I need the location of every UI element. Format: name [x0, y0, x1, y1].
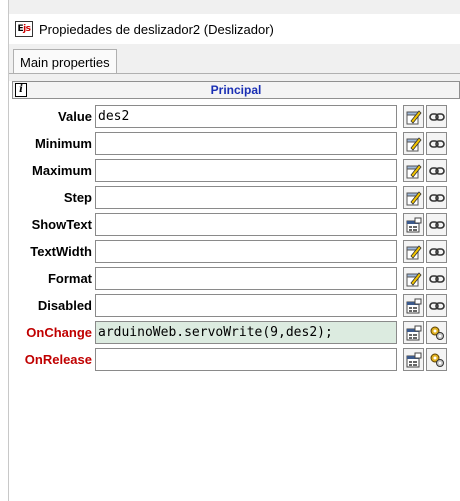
edit-icon[interactable]: [403, 240, 424, 263]
window-left-edge: [0, 0, 9, 501]
property-label: Maximum: [32, 163, 92, 178]
properties-icon[interactable]: [403, 213, 424, 236]
property-row-value: Value des2: [12, 104, 460, 130]
property-label: Format: [47, 271, 92, 286]
edit-icon[interactable]: [403, 132, 424, 155]
property-label: OnRelease: [24, 352, 92, 367]
minimum-field[interactable]: [95, 132, 397, 155]
property-label: OnChange: [26, 325, 92, 340]
value-field[interactable]: des2: [95, 105, 397, 128]
property-row-onchange: OnChange arduinoWeb.servoWrite(9,des2);: [12, 320, 460, 346]
link-icon[interactable]: [426, 105, 447, 128]
window-title: Propiedades de deslizador2 (Deslizador): [39, 21, 274, 37]
link-icon[interactable]: [426, 240, 447, 263]
edit-icon[interactable]: [403, 267, 424, 290]
edit-icon[interactable]: [403, 105, 424, 128]
edit-icon[interactable]: [403, 186, 424, 209]
properties-icon[interactable]: [403, 294, 424, 317]
onrelease-field[interactable]: [95, 348, 397, 371]
maximum-field[interactable]: [95, 159, 397, 182]
property-label: Disabled: [37, 298, 92, 313]
ejs-app-icon: Ejs: [15, 21, 33, 37]
link-icon[interactable]: [426, 159, 447, 182]
onchange-field[interactable]: arduinoWeb.servoWrite(9,des2);: [95, 321, 397, 344]
properties-icon[interactable]: [403, 348, 424, 371]
property-row-minimum: Minimum: [12, 131, 460, 157]
property-row-disabled: Disabled: [12, 293, 460, 319]
title-bar[interactable]: Ejs Propiedades de deslizador2 (Deslizad…: [9, 14, 460, 44]
property-row-step: Step: [12, 185, 460, 211]
textwidth-field[interactable]: [95, 240, 397, 263]
gears-icon[interactable]: [426, 321, 447, 344]
properties-panel: i Principal Value des2 Minimum Maximum S…: [9, 81, 460, 501]
tab-main-properties[interactable]: Main properties: [13, 49, 117, 74]
section-header: i Principal: [12, 81, 460, 99]
link-icon[interactable]: [426, 294, 447, 317]
link-icon[interactable]: [426, 186, 447, 209]
edit-icon[interactable]: [403, 159, 424, 182]
property-label: Step: [63, 190, 92, 205]
section-title: Principal: [210, 83, 262, 97]
properties-window: Ejs Propiedades de deslizador2 (Deslizad…: [0, 0, 460, 501]
property-label: TextWidth: [30, 244, 92, 259]
property-row-onrelease: OnRelease: [12, 347, 460, 373]
properties-icon[interactable]: [403, 321, 424, 344]
link-icon[interactable]: [426, 213, 447, 236]
property-row-maximum: Maximum: [12, 158, 460, 184]
showtext-field[interactable]: [95, 213, 397, 236]
property-label: Minimum: [34, 136, 92, 151]
link-icon[interactable]: [426, 267, 447, 290]
disabled-field[interactable]: [95, 294, 397, 317]
tab-bar: Main properties: [9, 44, 460, 74]
format-field[interactable]: [95, 267, 397, 290]
link-icon[interactable]: [426, 132, 447, 155]
step-field[interactable]: [95, 186, 397, 209]
property-label: ShowText: [31, 217, 92, 232]
property-label: Value: [58, 109, 92, 124]
property-row-format: Format: [12, 266, 460, 292]
property-row-showtext: ShowText: [12, 212, 460, 238]
gears-icon[interactable]: [426, 348, 447, 371]
tab-divider: [9, 73, 460, 74]
property-row-textwidth: TextWidth: [12, 239, 460, 265]
